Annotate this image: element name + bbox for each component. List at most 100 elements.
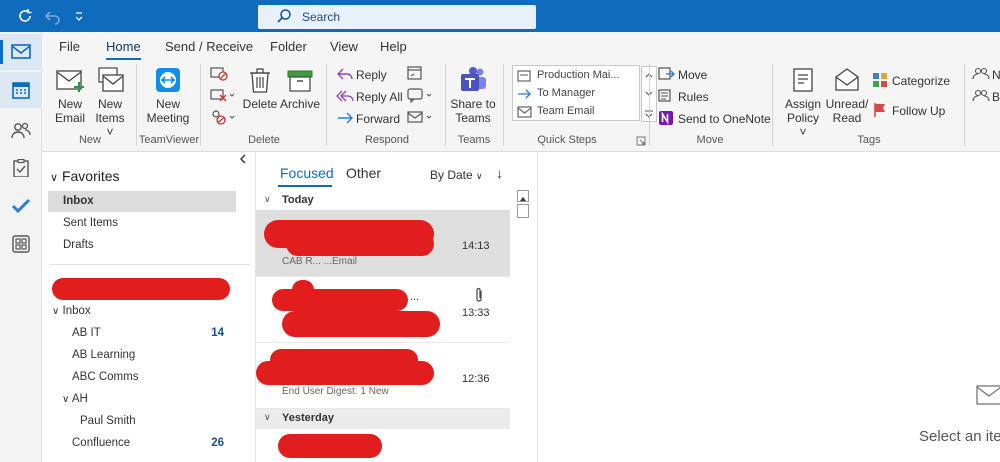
move-label: Move bbox=[678, 68, 708, 82]
folder-ah-label: AH bbox=[71, 393, 88, 405]
archive-button[interactable]: Archive bbox=[280, 66, 320, 111]
clipboard-icon bbox=[13, 159, 29, 177]
tab-send-receive[interactable]: Send / Receive bbox=[165, 39, 253, 54]
tab-help[interactable]: Help bbox=[380, 39, 407, 54]
message-item[interactable]: CAB R... ...Email 14:13 bbox=[256, 210, 510, 277]
message-item[interactable]: End User Digest: 1 New 12:36 bbox=[256, 343, 510, 409]
group-label-quick-steps: Quick Steps bbox=[537, 134, 597, 146]
junk-button[interactable] bbox=[210, 110, 238, 128]
follow-up-button[interactable]: Follow Up bbox=[872, 103, 962, 119]
folder-ab-it[interactable]: AB IT bbox=[72, 327, 101, 339]
delete-button[interactable]: Delete bbox=[242, 66, 278, 111]
calendar-app-button[interactable] bbox=[0, 72, 42, 108]
meeting-reply-button[interactable] bbox=[406, 66, 432, 82]
tab-focused[interactable]: Focused bbox=[280, 165, 334, 181]
undo-icon[interactable] bbox=[44, 7, 62, 25]
trash-icon bbox=[250, 68, 270, 93]
rules-button[interactable]: Rules bbox=[658, 89, 718, 105]
reply-label: Reply bbox=[356, 68, 387, 82]
more-apps-button[interactable] bbox=[0, 226, 42, 262]
teams-icon bbox=[461, 67, 486, 91]
mail-app-button[interactable] bbox=[0, 34, 42, 70]
folder-pane: ∨ Favorites Inbox Sent Items Drafts ∨ In… bbox=[42, 152, 256, 462]
collapse-pane-icon[interactable] bbox=[238, 154, 248, 164]
folder-paul-smith[interactable]: Paul Smith bbox=[80, 415, 136, 427]
tasks-app-button[interactable] bbox=[0, 150, 42, 186]
ignore-button[interactable] bbox=[210, 66, 230, 84]
group-label-tags: Tags bbox=[857, 134, 881, 146]
categorize-icon bbox=[873, 73, 887, 87]
categorize-button[interactable]: Categorize bbox=[872, 73, 962, 89]
people-app-button[interactable] bbox=[0, 112, 42, 148]
apps-grid-icon bbox=[12, 235, 30, 253]
find-group-item-1[interactable]: N bbox=[972, 67, 1000, 83]
group-header-yesterday[interactable]: ∨ Yesterday bbox=[256, 409, 510, 429]
new-items-icon bbox=[98, 67, 124, 92]
tab-view[interactable]: View bbox=[330, 39, 358, 54]
chevron-down-icon: ∨ bbox=[50, 172, 59, 184]
new-email-button[interactable]: New Email bbox=[52, 66, 88, 125]
assign-policy-button[interactable]: Assign Policy ˅ bbox=[782, 66, 824, 139]
redacted-subject bbox=[256, 361, 434, 385]
sort-by-date[interactable]: By Date ∨ bbox=[430, 168, 486, 182]
quick-step-to-manager[interactable]: To Manager bbox=[517, 87, 637, 103]
tab-other[interactable]: Other bbox=[346, 165, 381, 181]
chevron-down-icon: ∨ bbox=[52, 306, 60, 317]
group-label-delete: Delete bbox=[248, 134, 280, 146]
inbox-folder[interactable]: ∨ Inbox bbox=[52, 305, 91, 317]
ribbon-tabs: File Home Send / Receive Folder View Hel… bbox=[42, 32, 1000, 60]
new-meeting-button[interactable]: New Meeting bbox=[144, 66, 192, 125]
tab-file[interactable]: File bbox=[59, 39, 80, 54]
sort-direction-arrow-icon[interactable]: ↓ bbox=[496, 165, 503, 181]
message-time: 14:13 bbox=[462, 240, 490, 252]
tab-folder[interactable]: Folder bbox=[270, 39, 307, 54]
quick-step-label: To Manager bbox=[537, 87, 596, 99]
quick-step-team-email[interactable]: Team Email bbox=[517, 105, 637, 121]
new-items-button[interactable]: New Items ˅ bbox=[92, 66, 128, 139]
reply-button[interactable]: Reply bbox=[336, 67, 400, 83]
folder-ab-learning[interactable]: AB Learning bbox=[72, 349, 135, 361]
unread-read-button[interactable]: Unread/ Read bbox=[824, 66, 870, 125]
chat-icon bbox=[407, 88, 432, 103]
tab-home[interactable]: Home bbox=[106, 39, 141, 60]
folder-ah[interactable]: ∨ AH bbox=[62, 393, 88, 405]
inbox-folder-label: Inbox bbox=[62, 305, 91, 317]
scroll-up-button[interactable] bbox=[517, 190, 529, 202]
sync-icon[interactable] bbox=[16, 7, 34, 25]
more-respond-button[interactable] bbox=[406, 110, 436, 126]
reply-all-button[interactable]: Reply All bbox=[336, 89, 416, 105]
arrow-right-icon bbox=[518, 89, 531, 99]
message-item[interactable]: ... 13:33 bbox=[256, 277, 510, 343]
search-box[interactable]: Search bbox=[258, 5, 536, 29]
im-reply-button[interactable] bbox=[406, 88, 436, 104]
junk-icon bbox=[212, 110, 235, 125]
quick-step-production-mail[interactable]: Production Mai... bbox=[517, 69, 637, 85]
group-label-new: New bbox=[78, 134, 101, 146]
group-header-today[interactable]: ∨ Today bbox=[256, 192, 510, 210]
group-label-teams: Teams bbox=[457, 134, 491, 146]
redacted-account-name[interactable] bbox=[52, 278, 230, 300]
reply-icon bbox=[337, 68, 353, 80]
favorite-drafts[interactable]: Drafts bbox=[63, 239, 94, 251]
scroll-thumb[interactable] bbox=[517, 204, 529, 218]
cleanup-button[interactable] bbox=[210, 88, 238, 106]
send-to-onenote-button[interactable]: Send to OneNote bbox=[658, 111, 771, 127]
find-group-item-2[interactable]: B bbox=[972, 89, 1000, 105]
forward-icon bbox=[338, 112, 353, 124]
favorites-header[interactable]: ∨ Favorites bbox=[50, 168, 120, 184]
envelope-icon bbox=[976, 385, 1000, 405]
move-button[interactable]: Move bbox=[658, 67, 718, 83]
favorite-sent-items[interactable]: Sent Items bbox=[63, 217, 118, 229]
dialog-launcher-icon[interactable] bbox=[636, 136, 646, 146]
todo-app-button[interactable] bbox=[0, 188, 42, 224]
archive-icon bbox=[287, 70, 313, 92]
message-list-scrollbar[interactable] bbox=[516, 188, 530, 462]
folder-abc-comms[interactable]: ABC Comms bbox=[72, 371, 138, 383]
customize-toolbar-icon[interactable] bbox=[70, 7, 88, 25]
group-separator bbox=[772, 64, 773, 146]
folder-confluence[interactable]: Confluence bbox=[72, 437, 130, 449]
teamviewer-icon bbox=[156, 68, 180, 92]
forward-button[interactable]: Forward bbox=[336, 111, 416, 127]
share-to-teams-button[interactable]: Share to Teams bbox=[449, 66, 497, 125]
favorite-inbox[interactable]: Inbox bbox=[63, 195, 94, 207]
